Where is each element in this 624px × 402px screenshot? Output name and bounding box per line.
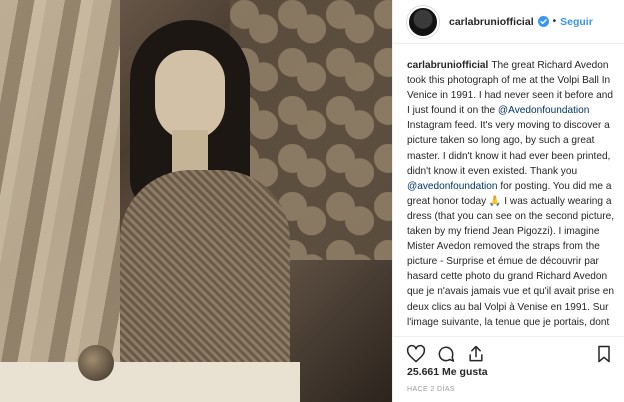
action-bar [393, 336, 624, 366]
post-caption: carlabrunio​fficial The great Richard Ave… [407, 58, 617, 330]
verified-badge-icon [537, 16, 549, 27]
follow-button[interactable]: Seguir [560, 16, 593, 28]
caption-text-3: for posting. You did me a great honor to… [407, 180, 615, 328]
post-header: carlabrunio​fficial • Seguir [393, 0, 624, 44]
heart-icon[interactable] [405, 343, 427, 365]
mention-link[interactable]: @Avedonfoundation [498, 105, 589, 116]
photo-subject [100, 20, 300, 402]
share-icon[interactable] [465, 343, 487, 365]
caption-username[interactable]: carlabrunio​fficial [407, 60, 488, 71]
profile-avatar[interactable] [407, 5, 439, 38]
post-timestamp: HACE 2 DÍAS [407, 386, 455, 393]
caption-text-2: Instagram feed. It's very moving to disc… [407, 120, 611, 177]
photo-table [0, 362, 300, 402]
bookmark-icon[interactable] [593, 343, 615, 365]
likes-count[interactable]: 25.661 Me gusta [407, 366, 488, 378]
post-photo[interactable] [0, 0, 392, 402]
photo-bowl [78, 345, 114, 381]
comment-icon[interactable] [435, 343, 457, 365]
mention-link[interactable]: @avedonfoundation [407, 181, 498, 192]
post-username[interactable]: carlabrunio​fficial [449, 16, 534, 28]
separator-dot: • [552, 16, 557, 27]
post-sidebar: carlabrunio​fficial • Seguir carlabrunio… [392, 0, 624, 402]
